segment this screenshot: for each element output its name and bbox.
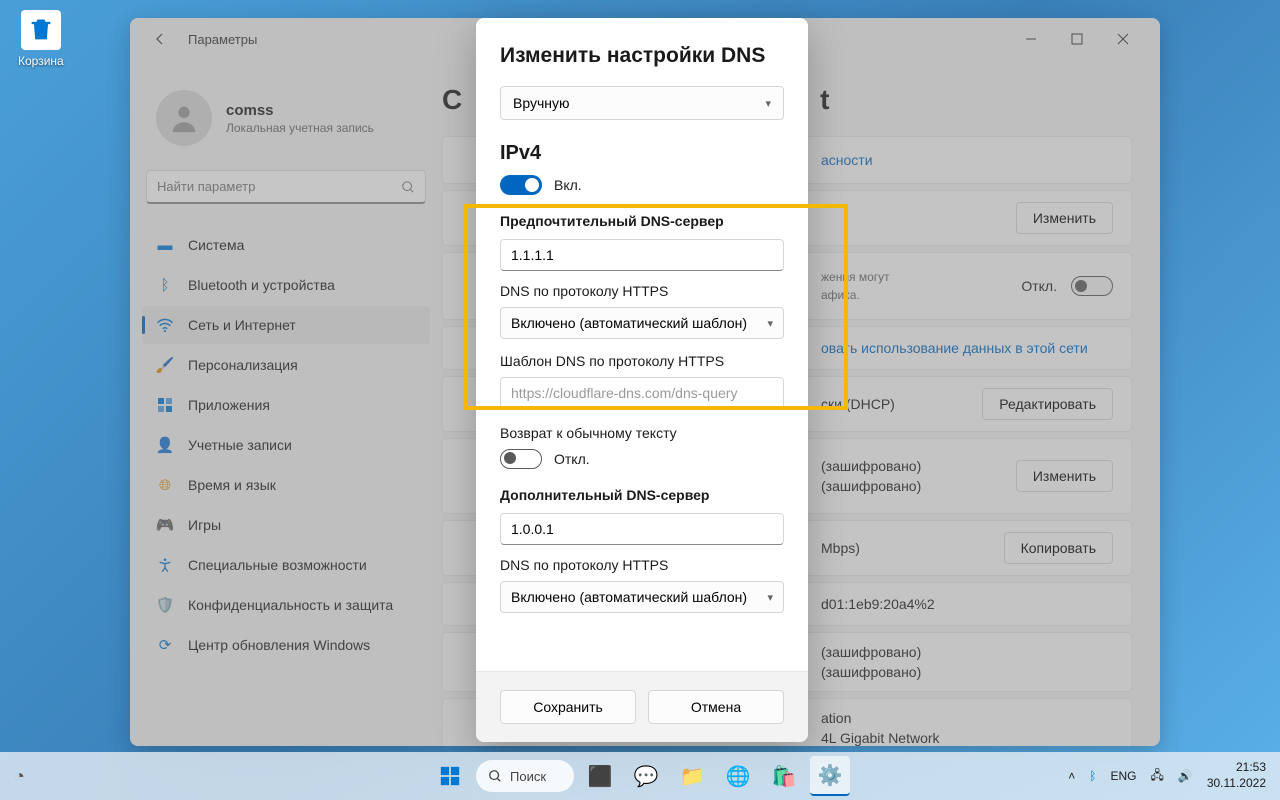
explorer-button[interactable]: 📁 (672, 756, 712, 796)
dns-settings-dialog: Изменить настройки DNS Вручную ▾ IPv4 Вк… (476, 18, 808, 742)
task-view-button[interactable]: ⬛ (580, 756, 620, 796)
recycle-bin-label: Корзина (18, 54, 64, 68)
start-button[interactable] (430, 756, 470, 796)
search-icon (488, 769, 502, 783)
alternate-dns-input[interactable] (500, 513, 784, 545)
network-tray-icon[interactable]: 🖧 (1150, 766, 1163, 787)
language-indicator[interactable]: ENG (1110, 769, 1136, 783)
doh2-label: DNS по протоколу HTTPS (500, 557, 784, 573)
doh-label: DNS по протоколу HTTPS (500, 283, 784, 299)
preferred-dns-input[interactable] (500, 239, 784, 271)
doh-dropdown[interactable]: Включено (автоматический шаблон) ▾ (500, 307, 784, 339)
fallback-label: Возврат к обычному тексту (500, 425, 784, 441)
chevron-down-icon: ▾ (765, 97, 771, 110)
chevron-down-icon: ▾ (767, 591, 773, 604)
fallback-toggle[interactable] (500, 449, 542, 469)
chat-button[interactable]: 💬 (626, 756, 666, 796)
dialog-title: Изменить настройки DNS (500, 44, 784, 68)
tray-chevron-icon[interactable]: ˄ (1068, 769, 1075, 783)
recycle-bin[interactable]: Корзина (18, 10, 64, 68)
chevron-down-icon: ▾ (767, 317, 773, 330)
clock[interactable]: 21:53 30.11.2022 (1207, 760, 1266, 791)
doh2-dropdown[interactable]: Включено (автоматический шаблон) ▾ (500, 581, 784, 613)
ipv4-toggle[interactable] (500, 175, 542, 195)
preferred-dns-label: Предпочтительный DNS-сервер (500, 213, 784, 229)
store-button[interactable]: 🛍️ (764, 756, 804, 796)
edge-button[interactable]: 🌐 (718, 756, 758, 796)
alternate-dns-label: Дополнительный DNS-сервер (500, 487, 784, 503)
taskbar-search[interactable]: Поиск (476, 760, 574, 792)
save-button[interactable]: Сохранить (500, 690, 636, 724)
recycle-bin-icon (21, 10, 61, 50)
bluetooth-tray-icon[interactable]: ᛒ (1089, 769, 1096, 783)
cancel-button[interactable]: Отмена (648, 690, 784, 724)
taskbar: ◔ Поиск ⬛ 💬 📁 🌐 🛍️ ⚙️ ˄ ᛒ ENG 🖧 🔊 21:53 … (0, 752, 1280, 800)
doh-template-label: Шаблон DNS по протоколу HTTPS (500, 353, 784, 369)
volume-tray-icon[interactable]: 🔊 (1178, 769, 1193, 783)
settings-button[interactable]: ⚙️ (810, 756, 850, 796)
ipv4-heading: IPv4 (500, 142, 784, 165)
doh-template-input[interactable] (500, 377, 784, 409)
weather-widget[interactable]: ◔ (0, 766, 25, 787)
dns-mode-dropdown[interactable]: Вручную ▾ (500, 86, 784, 120)
